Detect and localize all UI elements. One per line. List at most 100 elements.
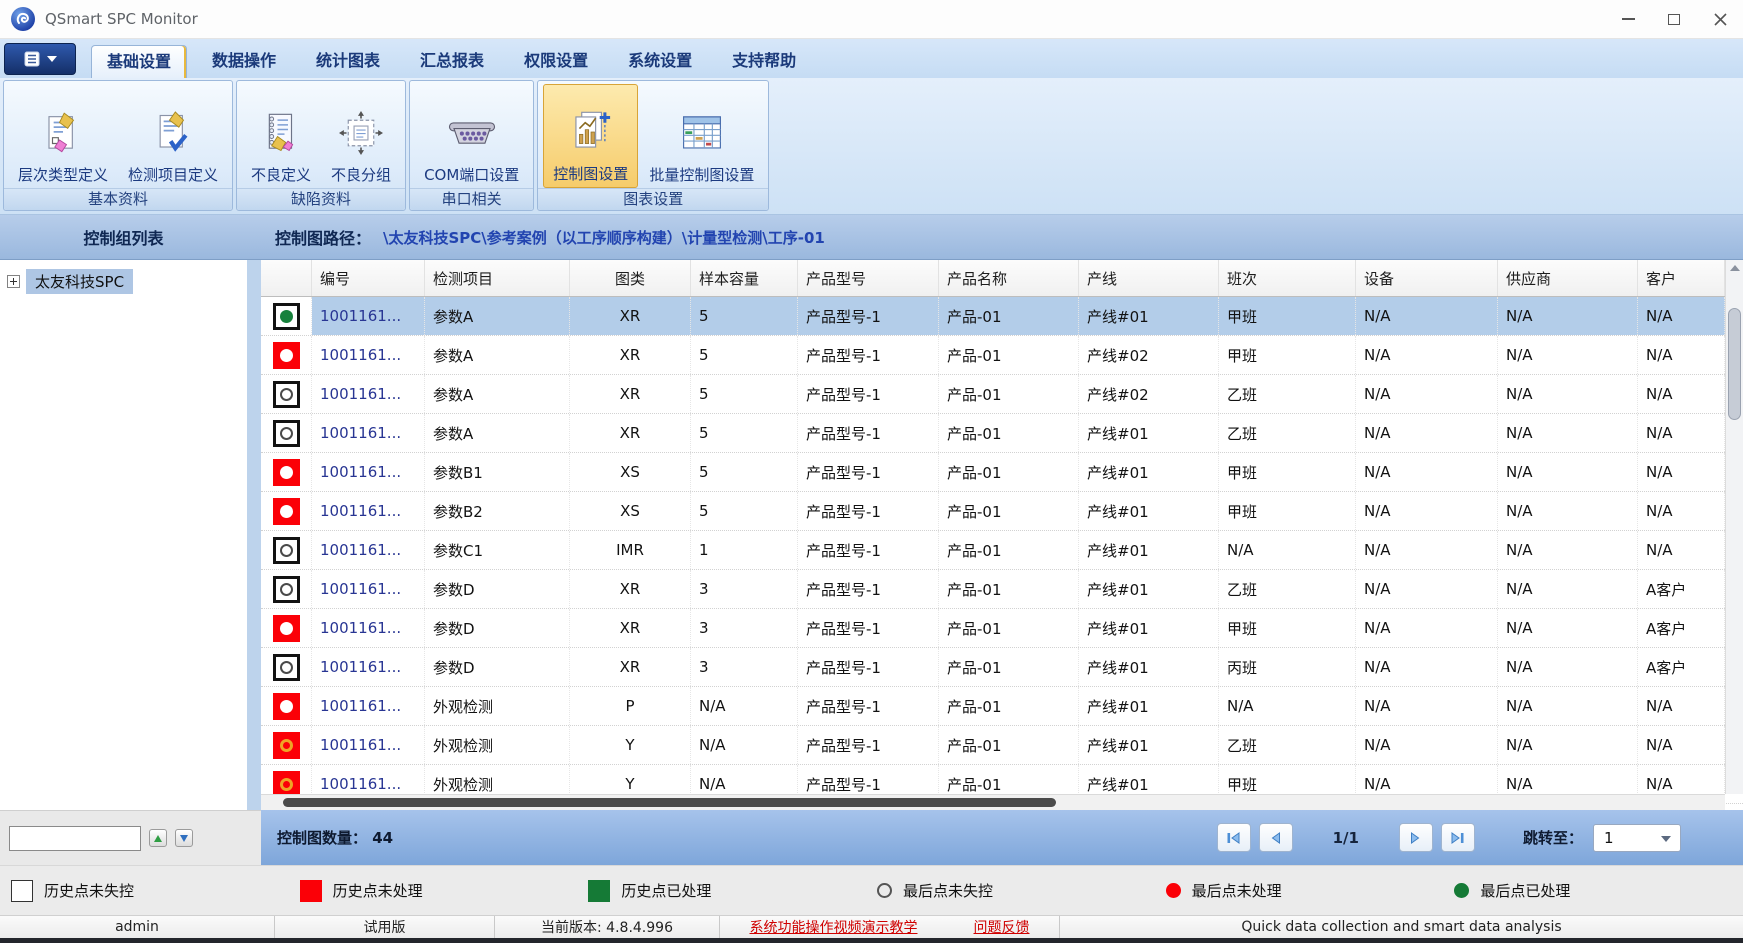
table-row[interactable]: 1001161...参数AXR5产品型号-1产品-01产线#02乙班N/AN/A… — [261, 375, 1743, 414]
table-row[interactable]: 1001161...参数AXR5产品型号-1产品-01产线#02甲班N/AN/A… — [261, 336, 1743, 375]
column-header[interactable]: 产线 — [1079, 260, 1219, 296]
status-last-outline-icon — [280, 427, 293, 440]
jump-to-label: 跳转至： — [1523, 827, 1583, 848]
ribbon-tab-bar: 基础设置数据操作统计图表汇总报表权限设置系统设置支持帮助 — [0, 39, 1743, 78]
table-row[interactable]: 1001161...参数AXR5产品型号-1产品-01产线#01乙班N/AN/A… — [261, 414, 1743, 453]
tab-1[interactable]: 基础设置 — [91, 45, 187, 78]
inspect-item-define-button[interactable]: 检测项目定义 — [119, 84, 227, 188]
status-history-red-icon — [273, 498, 300, 525]
cell: 产品型号-1 — [798, 687, 939, 725]
legend-label: 最后点未处理 — [1192, 880, 1282, 901]
feedback-link[interactable]: 问题反馈 — [974, 917, 1030, 937]
chart-path-label: 控制图路径： — [275, 225, 371, 249]
search-up-button[interactable] — [149, 829, 167, 847]
tree-item-root[interactable]: 太友科技SPC — [0, 269, 247, 294]
path-bar: 控制组列表 控制图路径： \太友科技SPC\参考案例（以工序顺序构建）\计量型检… — [0, 215, 1743, 260]
cell: 产品型号-1 — [798, 726, 939, 764]
tab-2[interactable]: 数据操作 — [197, 45, 291, 78]
vertical-scrollbar-thumb[interactable] — [1728, 308, 1741, 420]
status-last-white-icon — [280, 505, 293, 518]
cell: P — [570, 687, 691, 725]
defect-define-button[interactable]: 不良定义 — [242, 84, 320, 188]
cell: 产线#01 — [1079, 297, 1219, 335]
jump-page-select[interactable]: 1 — [1593, 824, 1681, 852]
cell: 产品型号-1 — [798, 531, 939, 569]
status-cell — [261, 375, 312, 413]
column-header[interactable]: 产品型号 — [798, 260, 939, 296]
control-chart-setting-icon — [569, 103, 613, 161]
tab-6[interactable]: 系统设置 — [613, 45, 707, 78]
column-header[interactable]: 设备 — [1356, 260, 1498, 296]
minimize-button[interactable] — [1605, 0, 1651, 38]
control-chart-setting-label: 控制图设置 — [553, 163, 628, 184]
batch-chart-setting-button[interactable]: 批量控制图设置 — [640, 84, 763, 188]
control-chart-setting-button[interactable]: 控制图设置 — [543, 84, 638, 188]
search-down-button[interactable] — [175, 829, 193, 847]
main-area: 太友科技SPC 编号检测项目图类样本容量产品型号产品名称产线班次设备供应商客户 … — [0, 260, 1743, 810]
cell: 产品型号-1 — [798, 297, 939, 335]
video-tutorial-link[interactable]: 系统功能操作视频演示教学 — [750, 917, 918, 937]
cell: 参数C1 — [425, 531, 570, 569]
cell: XR — [570, 609, 691, 647]
table-row[interactable]: 1001161...外观检测YN/A产品型号-1产品-01产线#01乙班N/AN… — [261, 726, 1743, 765]
tree-search-input[interactable] — [9, 826, 141, 851]
horizontal-scrollbar-thumb[interactable] — [283, 798, 1056, 807]
status-last-white-icon — [280, 466, 293, 479]
table-row[interactable]: 1001161...参数B1XS5产品型号-1产品-01产线#01甲班N/AN/… — [261, 453, 1743, 492]
com-port-button[interactable]: COM端口设置 — [415, 84, 528, 188]
table-row[interactable]: 1001161...参数C1IMR1产品型号-1产品-01产线#01N/AN/A… — [261, 531, 1743, 570]
cell: 1001161... — [312, 648, 425, 686]
cell: N/A — [1638, 531, 1725, 569]
status-history-red-icon — [273, 459, 300, 486]
window-controls — [1605, 0, 1743, 38]
column-header[interactable]: 图类 — [570, 260, 691, 296]
tab-5[interactable]: 权限设置 — [509, 45, 603, 78]
cell: XR — [570, 336, 691, 374]
tab-4[interactable]: 汇总报表 — [405, 45, 499, 78]
column-header[interactable]: 样本容量 — [691, 260, 798, 296]
expand-plus-icon[interactable] — [7, 275, 20, 288]
status-history-white-icon — [273, 303, 300, 330]
cell: 甲班 — [1219, 453, 1356, 491]
cell: IMR — [570, 531, 691, 569]
horizontal-scrollbar[interactable] — [261, 794, 1725, 810]
cell: 产线#01 — [1079, 414, 1219, 452]
tree-root-label[interactable]: 太友科技SPC — [26, 269, 133, 294]
maximize-button[interactable] — [1651, 0, 1697, 38]
status-user: admin — [0, 916, 275, 938]
vertical-scrollbar[interactable] — [1725, 260, 1743, 794]
last-page-button[interactable] — [1441, 823, 1475, 852]
chart-path-value[interactable]: \太友科技SPC\参考案例（以工序顺序构建）\计量型检测\工序-01 — [383, 227, 825, 248]
cell: 参数D — [425, 648, 570, 686]
status-cell — [261, 687, 312, 725]
tab-3[interactable]: 统计图表 — [301, 45, 395, 78]
status-cell — [261, 453, 312, 491]
first-page-button[interactable] — [1217, 823, 1251, 852]
cell: N/A — [1638, 336, 1725, 374]
cell: N/A — [1498, 531, 1638, 569]
batch-chart-setting-icon — [679, 104, 725, 162]
next-page-button[interactable] — [1399, 823, 1433, 852]
column-header[interactable]: 产品名称 — [939, 260, 1079, 296]
column-header[interactable]: 编号 — [312, 260, 425, 296]
column-header[interactable]: 检测项目 — [425, 260, 570, 296]
status-history-red-icon — [273, 342, 300, 369]
table-row[interactable]: 1001161...参数DXR3产品型号-1产品-01产线#01甲班N/AN/A… — [261, 609, 1743, 648]
table-row[interactable]: 1001161...参数AXR5产品型号-1产品-01产线#01甲班N/AN/A… — [261, 297, 1743, 336]
table-row[interactable]: 1001161...参数DXR3产品型号-1产品-01产线#01乙班N/AN/A… — [261, 570, 1743, 609]
table-row[interactable]: 1001161...参数B2XS5产品型号-1产品-01产线#01甲班N/AN/… — [261, 492, 1743, 531]
table-row[interactable]: 1001161...参数DXR3产品型号-1产品-01产线#01丙班N/AN/A… — [261, 648, 1743, 687]
column-header[interactable]: 供应商 — [1498, 260, 1638, 296]
cell: 1001161... — [312, 687, 425, 725]
column-header[interactable]: 客户 — [1638, 260, 1725, 296]
previous-page-button[interactable] — [1259, 823, 1293, 852]
column-header[interactable]: 班次 — [1219, 260, 1356, 296]
legend-item: 最后点未失控 — [877, 880, 1166, 901]
table-row[interactable]: 1001161...外观检测PN/A产品型号-1产品-01产线#01N/AN/A… — [261, 687, 1743, 726]
defect-group-button[interactable]: 不良分组 — [322, 84, 400, 188]
close-button[interactable] — [1697, 0, 1743, 38]
hierarchy-define-button[interactable]: 层次类型定义 — [9, 84, 117, 188]
tab-7[interactable]: 支持帮助 — [717, 45, 811, 78]
application-menu-button[interactable] — [4, 43, 76, 75]
app-title: QSmart SPC Monitor — [45, 10, 198, 28]
